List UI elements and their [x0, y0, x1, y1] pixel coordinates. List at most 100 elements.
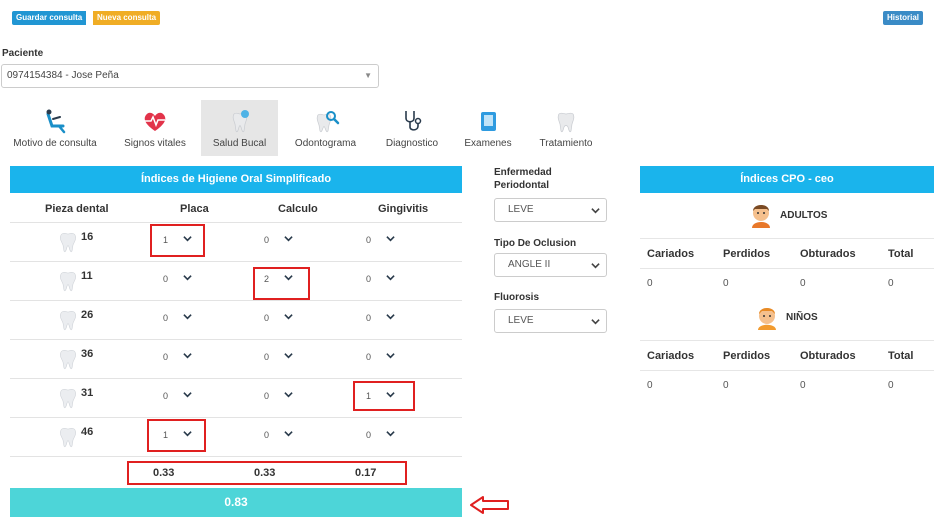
calculus-select[interactable]: 0	[264, 352, 293, 362]
cpo-value: 0	[647, 380, 653, 391]
chevron-down-icon	[386, 236, 395, 242]
table-row: 46 1 0 0	[10, 417, 462, 455]
chevron-down-icon	[386, 314, 395, 320]
cpo-children-values-row: 0 0 0 0	[640, 370, 934, 398]
gingivitis-value: 0	[366, 352, 372, 362]
ihos-header: Índices de Higiene Oral Simplificado	[10, 166, 462, 193]
table-row: 11 0 2 0	[10, 261, 462, 299]
tab-tratamiento[interactable]: Tratamiento	[528, 100, 604, 156]
calculus-select[interactable]: 0	[264, 391, 293, 401]
gingivitis-select[interactable]: 0	[366, 430, 395, 440]
cpo-col-cariados: Cariados	[647, 248, 695, 260]
caret-down-icon: ▼	[364, 71, 372, 80]
gingivitis-select[interactable]: 0	[366, 274, 395, 284]
gingivitis-value: 0	[366, 313, 372, 323]
history-button[interactable]: Historial	[883, 11, 924, 25]
plaque-value: 0	[163, 352, 169, 362]
gingivitis-select[interactable]: 0	[366, 235, 395, 245]
tab-signos-vitales[interactable]: Signos vitales	[115, 100, 195, 156]
heart-pulse-icon	[144, 112, 166, 131]
fluorosis-label: Fluorosis	[494, 292, 540, 303]
plaque-select[interactable]: 0	[163, 313, 192, 323]
patient-select[interactable]: 0974154384 - Jose Peña ▼	[1, 64, 379, 88]
cpo-col-total: Total	[888, 350, 914, 362]
chevron-down-icon	[284, 392, 293, 398]
chevron-down-icon	[591, 319, 600, 325]
calculus-value: 0	[264, 313, 270, 323]
periodontal-label: Enfermedad Periodontal	[494, 167, 552, 191]
total-calculus: 0.33	[254, 467, 276, 479]
plaque-value: 0	[163, 391, 169, 401]
table-row: 26 0 0 0	[10, 300, 462, 338]
occlusion-value: ANGLE II	[508, 259, 551, 270]
gingivitis-value: 0	[366, 430, 372, 440]
gingivitis-value: 0	[366, 274, 372, 284]
cpo-value: 0	[800, 380, 806, 391]
cpo-value: 0	[723, 278, 729, 289]
tooth-icon	[557, 112, 575, 133]
calculus-value: 0	[264, 430, 270, 440]
child-avatar-icon	[758, 308, 776, 330]
calculus-select[interactable]: 0	[264, 313, 293, 323]
cpo-value: 0	[723, 380, 729, 391]
chevron-down-icon	[284, 314, 293, 320]
xray-icon	[481, 112, 496, 131]
chevron-down-icon	[284, 431, 293, 437]
tab-examenes[interactable]: Examenes	[460, 100, 516, 156]
calculus-select[interactable]: 0	[264, 430, 293, 440]
cpo-col-cariados: Cariados	[647, 350, 695, 362]
chevron-down-icon	[386, 275, 395, 281]
cpo-children-header-row: Cariados Perdidos Obturados Total	[640, 340, 934, 370]
cpo-value: 0	[888, 278, 894, 289]
plaque-value: 0	[163, 274, 169, 284]
occlusion-select[interactable]: ANGLE II	[494, 253, 607, 277]
save-consultation-button[interactable]: Guardar consulta	[12, 11, 87, 25]
tab-diagnostico[interactable]: Diagnostico	[378, 100, 446, 156]
col-header-calculus: Calculo	[278, 203, 318, 215]
total-plaque: 0.33	[153, 467, 175, 479]
tab-label: Diagnostico	[385, 138, 439, 149]
highlight-box	[253, 267, 310, 300]
highlight-box	[147, 419, 206, 452]
patient-select-value: 0974154384 - Jose Peña	[7, 70, 119, 81]
cpo-header: Índices CPO - ceo	[640, 166, 934, 193]
new-consultation-button[interactable]: Nueva consulta	[93, 11, 161, 25]
cpo-col-perdidos: Perdidos	[723, 248, 771, 260]
highlight-box	[150, 224, 205, 257]
plaque-select[interactable]: 0	[163, 391, 192, 401]
dental-chair-icon	[46, 109, 66, 134]
tooth-number: 16	[81, 231, 94, 243]
children-label: NIÑOS	[786, 312, 818, 323]
cpo-adults-values-row: 0 0 0 0	[640, 268, 934, 296]
gingivitis-select[interactable]: 0	[366, 313, 395, 323]
total-gingivitis: 0.17	[355, 467, 377, 479]
periodontal-select[interactable]: LEVE	[494, 198, 607, 222]
cpo-value: 0	[800, 278, 806, 289]
tooth-icon	[60, 389, 76, 409]
tooth-icon	[60, 311, 76, 331]
chevron-down-icon	[284, 353, 293, 359]
fluorosis-select[interactable]: LEVE	[494, 309, 607, 333]
tab-odontograma[interactable]: Odontograma	[283, 100, 368, 156]
calculus-value: 0	[264, 391, 270, 401]
plaque-value: 0	[163, 313, 169, 323]
gingivitis-select[interactable]: 0	[366, 352, 395, 362]
tab-label: Motivo de consulta	[13, 138, 97, 149]
tab-label: Salud Bucal	[212, 138, 267, 149]
tab-motivo-consulta[interactable]: Motivo de consulta	[5, 100, 105, 156]
ihos-totals-row: 0.33 0.33 0.17	[10, 456, 462, 486]
cpo-col-total: Total	[888, 248, 914, 260]
table-row: 36 0 0 0	[10, 339, 462, 377]
cpo-value: 0	[647, 278, 653, 289]
chevron-down-icon	[183, 314, 192, 320]
col-header-piece: Pieza dental	[45, 203, 109, 215]
plaque-select[interactable]: 0	[163, 274, 192, 284]
tooth-icon	[60, 272, 76, 292]
tab-salud-bucal[interactable]: Salud Bucal	[201, 100, 278, 156]
adults-label: ADULTOS	[780, 210, 828, 221]
stethoscope-icon	[405, 111, 422, 131]
fluorosis-value: LEVE	[508, 315, 534, 326]
calculus-select[interactable]: 0	[264, 235, 293, 245]
plaque-select[interactable]: 0	[163, 352, 192, 362]
tab-label: Signos vitales	[124, 138, 186, 149]
